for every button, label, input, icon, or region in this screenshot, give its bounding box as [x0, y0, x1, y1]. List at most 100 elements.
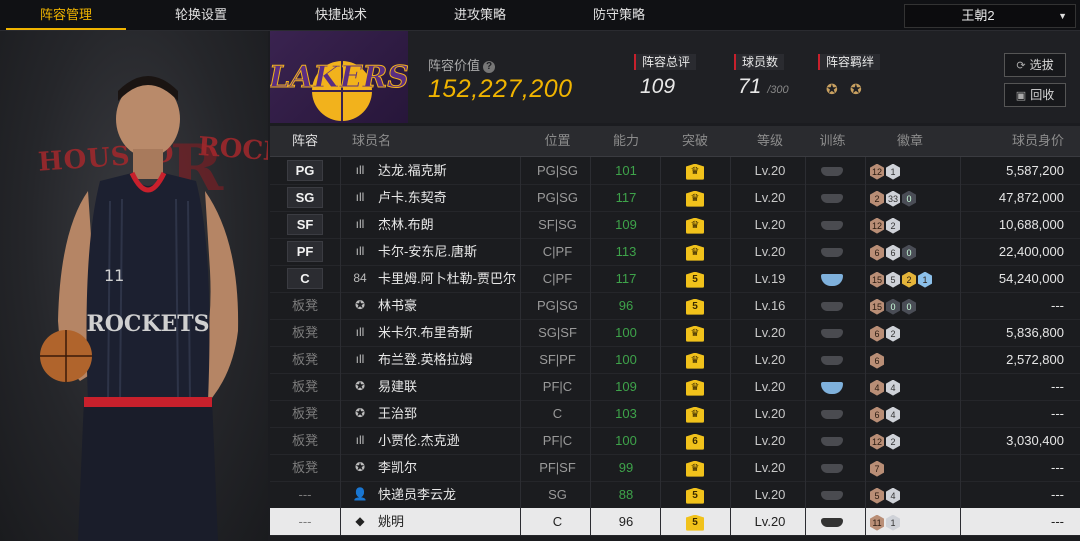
player-name[interactable]: 卡里姆.阿卜杜勒-贾巴尔 [378, 265, 516, 292]
table-row[interactable]: C 84 卡里姆.阿卜杜勒-贾巴尔 C|PF 117 5 Lv.19 15 5 2 1 54,240,… [270, 265, 1080, 293]
table-row[interactable]: 板凳 ✪ 林书豪 PG|SG 96 5 Lv.16 15 0 0 --- [270, 292, 1080, 320]
col-level[interactable]: 等级 [730, 126, 810, 156]
training-cell[interactable] [815, 184, 849, 211]
breakthrough-cell[interactable]: 5 [660, 292, 730, 319]
training-cell[interactable] [815, 346, 849, 373]
roster-slot[interactable]: SF [270, 211, 340, 238]
bond-icon-2[interactable]: ✪ [850, 81, 862, 98]
col-name[interactable]: 球员名 [352, 126, 391, 156]
tab-lineup-management[interactable]: 阵容管理 [6, 0, 126, 30]
roster-slot[interactable]: 板凳 [270, 454, 340, 481]
badges-cell[interactable]: 11 1 [870, 508, 902, 535]
roster-slot[interactable]: 板凳 [270, 373, 340, 400]
table-row[interactable]: 板凳 ıll 小贾伦.杰克逊 PF|C 100 6 Lv.20 12 2 3,030,400 [270, 427, 1080, 455]
team-select-dropdown[interactable]: 王朝2 ▼ [904, 4, 1076, 28]
badges-cell[interactable]: 6 [870, 346, 886, 373]
breakthrough-cell[interactable]: ♛ [660, 238, 730, 265]
breakthrough-cell[interactable]: ♛ [660, 454, 730, 481]
training-cell[interactable] [815, 508, 849, 535]
table-row[interactable]: PF ıll 卡尔-安东尼.唐斯 C|PF 113 ♛ Lv.20 6 6 0 22,400,000 [270, 238, 1080, 266]
breakthrough-cell[interactable]: ♛ [660, 400, 730, 427]
breakthrough-cell[interactable]: ♛ [660, 373, 730, 400]
breakthrough-cell[interactable]: ♛ [660, 211, 730, 238]
breakthrough-cell[interactable]: 6 [660, 427, 730, 454]
breakthrough-cell[interactable]: ♛ [660, 319, 730, 346]
roster-slot[interactable]: --- [270, 481, 340, 508]
breakthrough-cell[interactable]: ♛ [660, 346, 730, 373]
col-ability[interactable]: 能力 [590, 126, 662, 156]
col-breakthrough[interactable]: 突破 [660, 126, 730, 156]
breakthrough-cell[interactable]: 5 [660, 508, 730, 535]
tab-offense-strategy[interactable]: 进攻策略 [424, 0, 536, 30]
breakthrough-cell[interactable]: ♛ [660, 184, 730, 211]
table-row[interactable]: 板凳 ıll 米卡尔.布里奇斯 SG|SF 100 ♛ Lv.20 6 2 5,836,800 [270, 319, 1080, 347]
breakthrough-cell[interactable]: 5 [660, 265, 730, 292]
training-cell[interactable] [815, 481, 849, 508]
table-row[interactable]: 板凳 ✪ 王治郅 C 103 ♛ Lv.20 6 4 --- [270, 400, 1080, 428]
player-name[interactable]: 李凯尔 [378, 454, 417, 481]
training-cell[interactable] [815, 157, 849, 184]
table-row[interactable]: 板凳 ıll 布兰登.英格拉姆 SF|PF 100 ♛ Lv.20 6 2,572,800 [270, 346, 1080, 374]
player-name[interactable]: 米卡尔.布里奇斯 [378, 319, 473, 346]
player-name[interactable]: 杰林.布朗 [378, 211, 434, 238]
bond-icon-1[interactable]: ✪ [826, 81, 838, 98]
badges-cell[interactable]: 54 [870, 481, 902, 508]
roster-slot[interactable]: PF [270, 238, 340, 265]
col-position[interactable]: 位置 [520, 126, 595, 156]
roster-slot[interactable]: 板凳 [270, 427, 340, 454]
roster-slot[interactable]: SG [270, 184, 340, 211]
player-name[interactable]: 快递员李云龙 [378, 481, 456, 508]
badges-cell[interactable]: 7 [870, 454, 886, 481]
col-training[interactable]: 训练 [805, 126, 860, 156]
recycle-button[interactable]: ▣ 回收 [1004, 83, 1066, 107]
badges-cell[interactable]: 660 [870, 238, 918, 265]
table-row[interactable]: PG ıll 达龙.福克斯 PG|SG 101 ♛ Lv.20 12 1 5,587,200 [270, 157, 1080, 185]
badges-cell[interactable]: 62 [870, 319, 902, 346]
breakthrough-cell[interactable]: 5 [660, 481, 730, 508]
help-icon[interactable]: ? [483, 61, 496, 73]
training-cell[interactable] [815, 292, 849, 319]
player-name[interactable]: 易建联 [378, 373, 417, 400]
tab-quick-tactics[interactable]: 快捷战术 [285, 0, 397, 30]
badges-cell[interactable]: 12 1 [870, 157, 902, 184]
player-name[interactable]: 布兰登.英格拉姆 [378, 346, 473, 373]
select-button[interactable]: ⟳ 选拔 [1004, 53, 1066, 77]
training-cell[interactable] [815, 265, 849, 292]
player-name[interactable]: 卡尔-安东尼.唐斯 [378, 238, 477, 265]
training-cell[interactable] [815, 454, 849, 481]
player-name[interactable]: 王治郅 [378, 400, 417, 427]
roster-slot[interactable]: 板凳 [270, 292, 340, 319]
training-cell[interactable] [815, 373, 849, 400]
roster-slot[interactable]: PG [270, 157, 340, 184]
player-name[interactable]: 达龙.福克斯 [378, 157, 447, 184]
badges-cell[interactable]: 2 33 0 [870, 184, 918, 211]
badges-cell[interactable]: 15 0 0 [870, 292, 918, 319]
tab-defense-strategy[interactable]: 防守策略 [563, 0, 675, 30]
roster-slot[interactable]: 板凳 [270, 319, 340, 346]
col-salary[interactable]: 球员身价 [960, 126, 1064, 156]
col-badges[interactable]: 徽章 [870, 126, 950, 156]
breakthrough-cell[interactable]: ♛ [660, 157, 730, 184]
roster-slot[interactable]: C [270, 265, 340, 292]
badges-cell[interactable]: 15 5 2 1 [870, 265, 934, 292]
roster-slot[interactable]: 板凳 [270, 346, 340, 373]
badges-cell[interactable]: 44 [870, 373, 902, 400]
roster-slot[interactable]: --- [270, 508, 340, 535]
player-name[interactable]: 卢卡.东契奇 [378, 184, 447, 211]
table-row[interactable]: SG ıll 卢卡.东契奇 PG|SG 117 ♛ Lv.20 2 33 0 47,872,000 [270, 184, 1080, 212]
badges-cell[interactable]: 12 2 [870, 211, 902, 238]
tab-rotation-settings[interactable]: 轮换设置 [145, 0, 257, 30]
player-name[interactable]: 林书豪 [378, 292, 417, 319]
table-row[interactable]: 板凳 ✪ 易建联 PF|C 109 ♛ Lv.20 4 4 --- [270, 373, 1080, 401]
col-slot[interactable]: 阵容 [270, 126, 340, 156]
badges-cell[interactable]: 12 2 [870, 427, 902, 454]
training-cell[interactable] [815, 400, 849, 427]
training-cell[interactable] [815, 319, 849, 346]
training-cell[interactable] [815, 211, 849, 238]
badges-cell[interactable]: 64 [870, 400, 902, 427]
table-row[interactable]: --- ◆ 姚明 C 96 5 Lv.20 11 1 --- [270, 508, 1080, 536]
training-cell[interactable] [815, 238, 849, 265]
player-name[interactable]: 小贾伦.杰克逊 [378, 427, 460, 454]
training-cell[interactable] [815, 427, 849, 454]
roster-slot[interactable]: 板凳 [270, 400, 340, 427]
